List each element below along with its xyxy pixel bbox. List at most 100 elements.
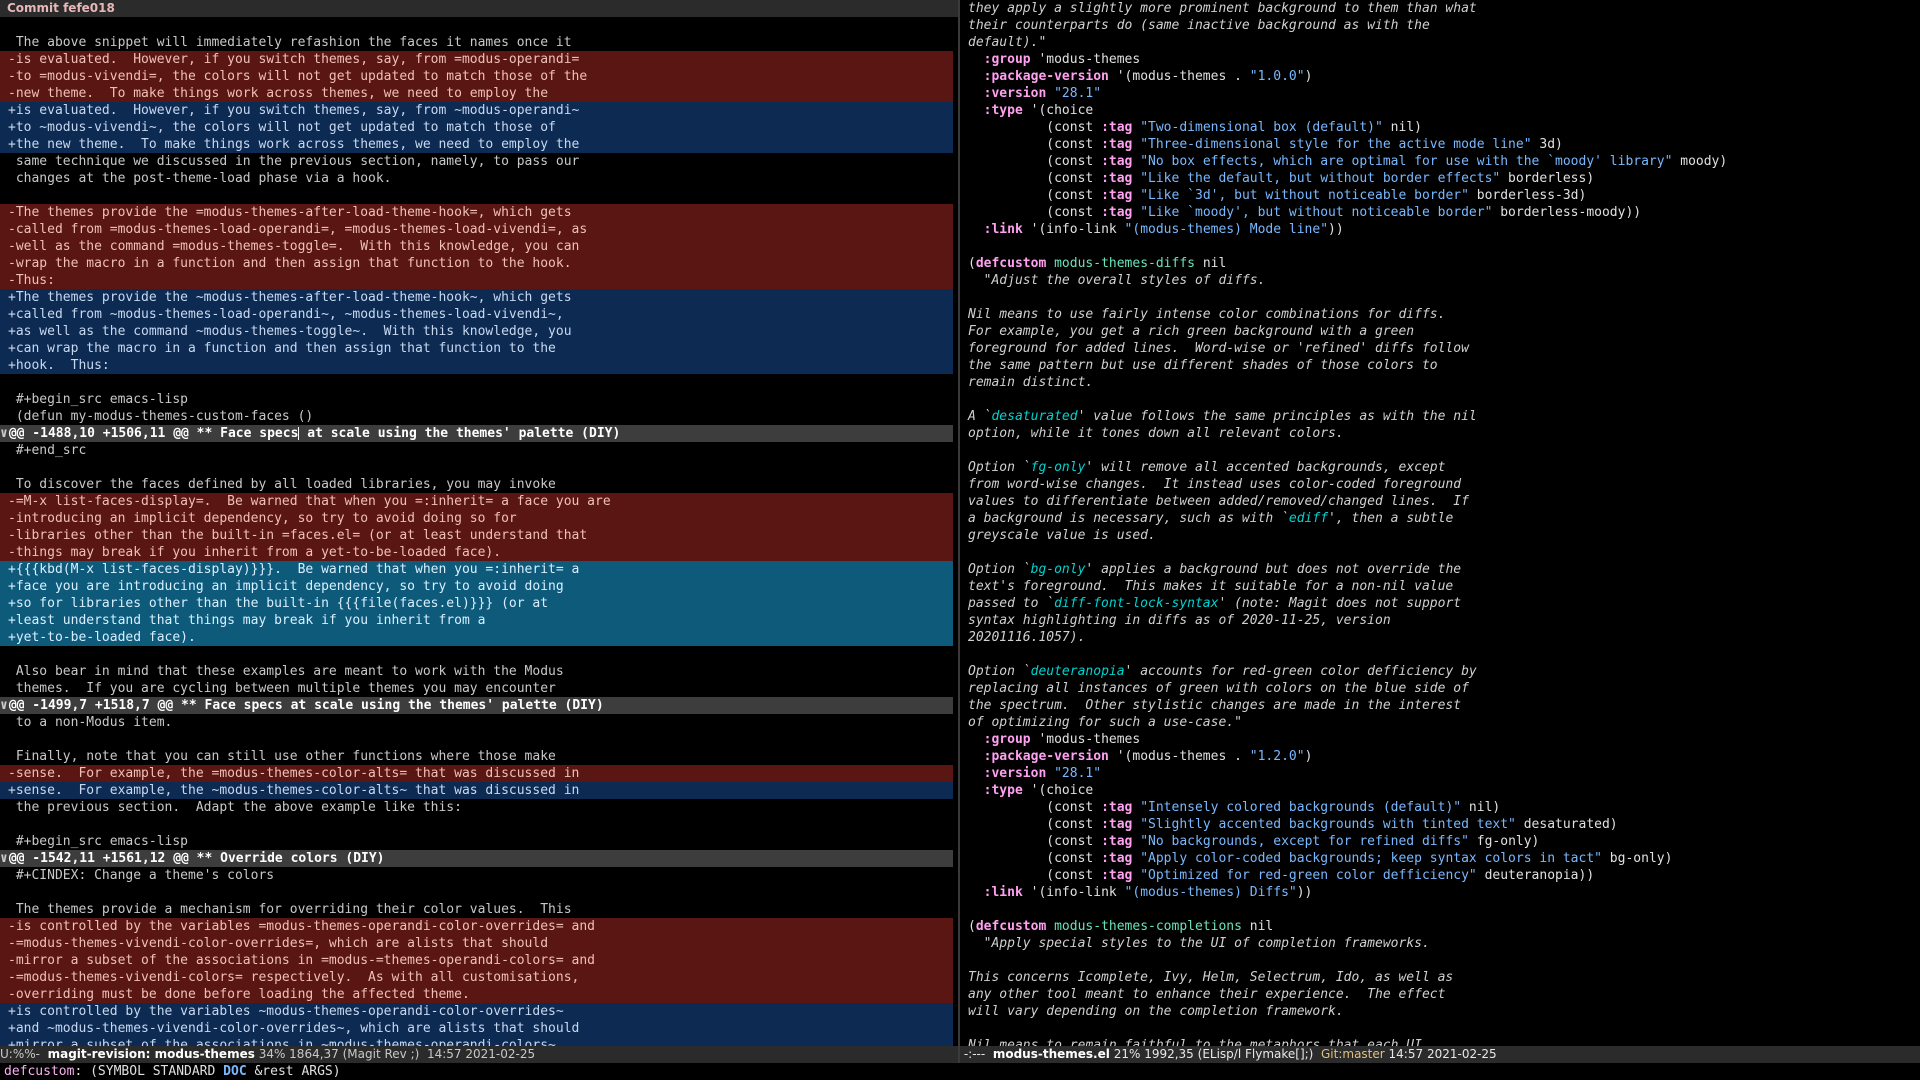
diff-hunk-header[interactable]: ∨@@ -1499,7 +1518,7 @@ ** Face specs at …	[0, 697, 953, 714]
diff-added-line: +hook. Thus:	[0, 357, 953, 374]
source-line: greyscale value is used.	[968, 528, 1156, 543]
diff-blank-line	[0, 816, 958, 833]
source-line: :package-version '(modus-themes . "1.0.0…	[983, 69, 1313, 84]
diff-blank-line	[0, 187, 958, 204]
diff-removed-line: -overriding must be done before loading …	[0, 986, 953, 1003]
source-line: remain distinct.	[968, 375, 1094, 390]
diff-removed-line: -things may break if you inherit from a …	[0, 544, 953, 561]
diff-context-line: #+begin_src emacs-lisp	[8, 834, 189, 849]
source-line	[960, 289, 1920, 306]
hunk-header-text: @@ -1488,10 +1506,11 @@ ** Face specs at…	[8, 426, 621, 441]
source-line: This concerns Icomplete, Ivy, Helm, Sele…	[968, 970, 1454, 985]
source-line: (const :tag "No box effects, which are o…	[968, 154, 1728, 169]
source-line	[960, 442, 1920, 459]
echo-function-name: defcustom	[4, 1064, 75, 1079]
diff-removed-line: -new theme. To make things work across t…	[0, 85, 953, 102]
source-line: (defcustom modus-themes-completions nil	[968, 919, 1274, 934]
source-line: from word-wise changes. It instead uses …	[968, 477, 1462, 492]
modeline-mode: (ELisp/l Flymake[];)	[1197, 1047, 1314, 1061]
source-line: (const :tag "Two-dimensional box (defaul…	[968, 120, 1422, 135]
hunk-header-text: @@ -1499,7 +1518,7 @@ ** Face specs at s…	[8, 698, 604, 713]
source-line: passed to `diff-font-lock-syntax' (note:…	[968, 596, 1462, 611]
commit-header: Commit fefe018	[0, 0, 958, 17]
text-cursor	[298, 427, 300, 440]
source-line: the same pattern but use different shade…	[968, 358, 1438, 373]
diff-context-line: to a non-Modus item.	[8, 715, 173, 730]
chevron-down-icon[interactable]: ∨	[0, 698, 9, 713]
source-line	[960, 238, 1920, 255]
hunk-header-text: @@ -1542,11 +1561,12 @@ ** Override colo…	[8, 851, 385, 866]
echo-signature-end: &rest ARGS)	[246, 1064, 341, 1079]
source-line	[960, 391, 1920, 408]
diff-added-line: +is controlled by the variables ~modus-t…	[0, 1003, 953, 1020]
diff-removed-line: -is controlled by the variables =modus-t…	[0, 918, 953, 935]
source-line: (defcustom modus-themes-diffs nil	[968, 256, 1227, 271]
diff-removed-line: -=modus-themes-vivendi-color-overrides=,…	[0, 935, 953, 952]
modeline-left[interactable]: U:%%- magit-revision: modus-themes 34% 1…	[0, 1046, 958, 1063]
source-line: :group 'modus-themes	[983, 732, 1141, 747]
diff-removed-line: -introducing an implicit dependency, so …	[0, 510, 953, 527]
source-pane[interactable]: they apply a slightly more prominent bac…	[960, 0, 1920, 1046]
source-line: replacing all instances of green with co…	[968, 681, 1469, 696]
diff-blank-line	[0, 459, 958, 476]
diff-context-line: To discover the faces defined by all loa…	[8, 477, 556, 492]
diff-removed-line: -=modus-themes-vivendi-colors= respectiv…	[0, 969, 953, 986]
diff-removed-line: -is evaluated. However, if you switch th…	[0, 51, 953, 68]
source-line: Option `bg-only' applies a background bu…	[968, 562, 1462, 577]
diff-blank-line	[0, 17, 958, 34]
modeline-date: 2021-02-25	[465, 1047, 536, 1061]
source-line: (const :tag "No backgrounds, except for …	[968, 834, 1540, 849]
chevron-down-icon[interactable]: ∨	[0, 426, 9, 441]
source-line: 20201116.1057).	[968, 630, 1086, 645]
diff-context-line: The above snippet will immediately refas…	[8, 35, 572, 50]
source-line: Option `fg-only' will remove all accente…	[968, 460, 1446, 475]
source-line: (const :tag "Apply color-coded backgroun…	[968, 851, 1673, 866]
diff-added-refined-line: +least understand that things may break …	[0, 612, 953, 629]
modeline-buffer-name: magit-revision: modus-themes	[47, 1047, 255, 1061]
modeline-right[interactable]: -:--- modus-themes.el 21% 1992,35 (ELisp…	[960, 1046, 1920, 1063]
modeline-buffer-name: modus-themes.el	[992, 1047, 1110, 1061]
diff-added-line: +as well as the command ~modus-themes-to…	[0, 323, 953, 340]
diff-removed-line: -libraries other than the built-in =face…	[0, 527, 953, 544]
source-line: :version "28.1"	[983, 766, 1102, 781]
diff-added-line: +to ~modus-vivendi~, the colors will not…	[0, 119, 953, 136]
diff-removed-line: -=M-x list-faces-display=. Be warned tha…	[0, 493, 953, 510]
modeline-vc-branch: Git:master	[1321, 1047, 1385, 1061]
diff-added-refined-line: +{{{kbd(M-x list-faces-display)}}}. Be w…	[0, 561, 953, 578]
diff-context-line: Finally, note that you can still use oth…	[8, 749, 556, 764]
diff-added-line: +is evaluated. However, if you switch th…	[0, 102, 953, 119]
source-line: will vary depending on the completion fr…	[968, 1004, 1344, 1019]
diff-blank-line	[0, 731, 958, 748]
diff-context-line: Also bear in mind that these examples ar…	[8, 664, 564, 679]
modeline-date: 2021-02-25	[1426, 1047, 1497, 1061]
diff-hunk-header[interactable]: ∨@@ -1542,11 +1561,12 @@ ** Override col…	[0, 850, 953, 867]
source-line: a background is necessary, such as with …	[968, 511, 1454, 526]
echo-doc-arg: DOC	[223, 1064, 247, 1079]
diff-added-refined-line: +face you are introducing an implicit de…	[0, 578, 953, 595]
modeline-time: 14:57	[1388, 1047, 1424, 1061]
source-line: the spectrum. Other stylistic changes ar…	[968, 698, 1462, 713]
source-line: (const :tag "Slightly accented backgroun…	[968, 817, 1618, 832]
diff-added-line: +mirror a subset of the associations in …	[0, 1037, 953, 1046]
diff-context-line: #+end_src	[8, 443, 87, 458]
echo-area: defcustom: (SYMBOL STANDARD DOC &rest AR…	[0, 1063, 1920, 1080]
diff-removed-line: -mirror a subset of the associations in …	[0, 952, 953, 969]
diff-removed-line: -well as the command =modus-themes-toggl…	[0, 238, 953, 255]
chevron-down-icon[interactable]: ∨	[0, 851, 9, 866]
source-line: they apply a slightly more prominent bac…	[968, 1, 1477, 16]
source-line	[960, 1020, 1920, 1037]
diff-hunk-header[interactable]: ∨@@ -1488,10 +1506,11 @@ ** Face specs a…	[0, 425, 953, 442]
source-line: For example, you get a rich green backgr…	[968, 324, 1415, 339]
diff-removed-line: -to =modus-vivendi=, the colors will not…	[0, 68, 953, 85]
source-line: (const :tag "Three-dimensional style for…	[968, 137, 1563, 152]
diff-context-line: (defun my-modus-themes-custom-faces ()	[8, 409, 314, 424]
echo-signature-start: : (SYMBOL STANDARD	[74, 1064, 224, 1079]
diff-context-line: the previous section. Adapt the above ex…	[8, 800, 462, 815]
modeline-state: -:---	[963, 1047, 986, 1061]
diff-pane[interactable]: Commit fefe018 The above snippet will im…	[0, 0, 958, 1046]
source-line: of optimizing for such a use-case."	[968, 715, 1242, 730]
source-line: default)."	[968, 35, 1047, 50]
diff-lines: The above snippet will immediately refas…	[0, 17, 958, 1046]
source-line: their counterparts do (same inactive bac…	[968, 18, 1430, 33]
source-line: :group 'modus-themes	[983, 52, 1141, 67]
